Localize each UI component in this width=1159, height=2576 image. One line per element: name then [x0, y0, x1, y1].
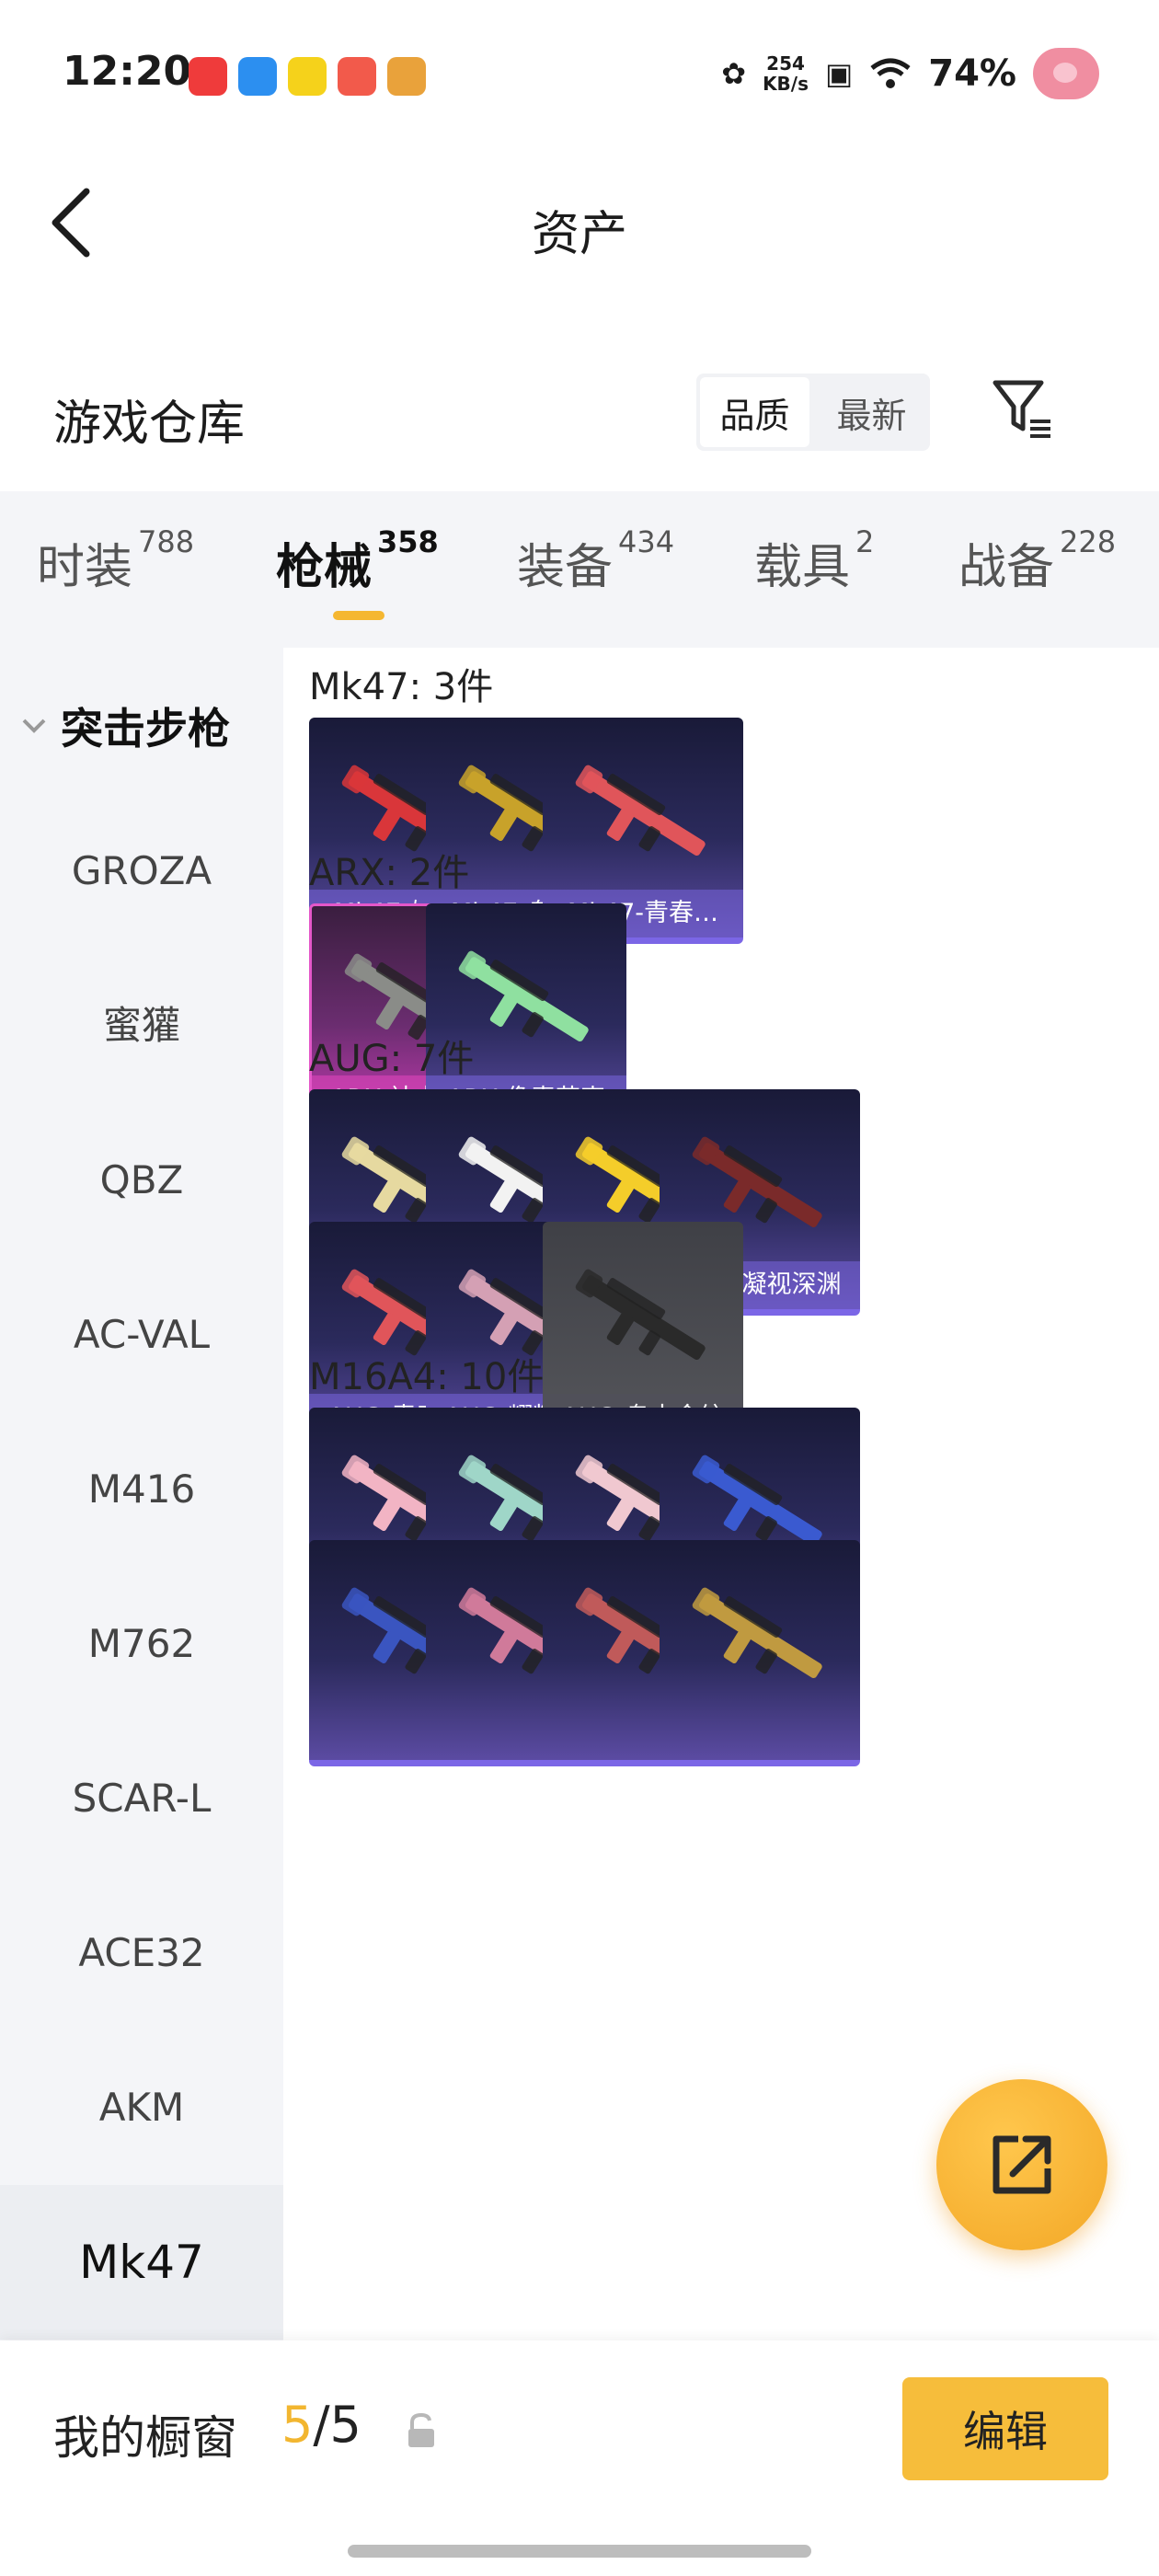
app-notification-icon — [387, 57, 426, 96]
lock-open-icon[interactable] — [405, 2412, 438, 2449]
sidebar-item-akm[interactable]: AKM — [0, 2030, 283, 2185]
group-title: ARX: 2件 — [309, 852, 470, 894]
flower-icon: ✿ — [721, 56, 747, 91]
tab-label: 战备 — [958, 540, 1055, 595]
sidebar-item-scar-l[interactable]: SCAR-L — [0, 1721, 283, 1876]
status-bar: 12:20 ✿ 254 KB/s ▣ 74% — [0, 0, 1159, 147]
tab-fashion[interactable]: 时装 788 — [37, 524, 194, 597]
tab-count: 2 — [855, 524, 875, 559]
avatar — [1033, 48, 1099, 99]
showcase-count: 5/5 — [281, 2396, 361, 2454]
weapon-skin-image — [575, 765, 706, 856]
sidebar-item-mk47[interactable]: Mk47 — [0, 2185, 283, 2340]
group-title: AUG: 7件 — [309, 1038, 475, 1080]
sidebar-item-m416[interactable]: M416 — [0, 1412, 283, 1567]
sidebar-category[interactable]: 突击步枪 — [20, 696, 230, 756]
weapon-card[interactable] — [660, 1540, 860, 1766]
tab-count: 434 — [618, 524, 675, 559]
showcase-used: 5 — [281, 2396, 314, 2454]
status-right: ✿ 254 KB/s ▣ 74% — [721, 48, 1099, 99]
sidebar-item-ace32[interactable]: ACE32 — [0, 1876, 283, 2030]
tab-count: 788 — [138, 524, 195, 559]
sim-off-icon: ▣ — [825, 56, 854, 91]
showcase-total: /5 — [313, 2396, 361, 2454]
weapon-skin-image — [575, 1269, 706, 1360]
battery-percent: 74% — [928, 52, 1016, 95]
share-button[interactable] — [936, 2079, 1107, 2250]
bottom-bar: 我的橱窗 5/5 编辑 — [0, 2340, 1159, 2576]
sidebar-item-m762[interactable]: M762 — [0, 1567, 283, 1721]
net-speed-value: 254 — [766, 52, 805, 75]
tab-label: 枪械 — [276, 540, 373, 595]
app-notification-icon — [189, 57, 227, 96]
tab-vehicles[interactable]: 载具 2 — [754, 524, 874, 597]
tab-firearms[interactable]: 枪械 358 — [276, 524, 439, 597]
network-speed: 254 KB/s — [763, 53, 809, 94]
share-out-icon — [993, 2135, 1051, 2194]
app-notification-icon — [288, 57, 327, 96]
filter-icon[interactable] — [990, 377, 1054, 442]
tab-count: 228 — [1060, 524, 1117, 559]
sidebar-item-ac-val[interactable]: AC-VAL — [0, 1258, 283, 1412]
net-speed-unit: KB/s — [763, 73, 809, 95]
tab-equipment[interactable]: 装备 434 — [517, 524, 674, 597]
sort-latest-button[interactable]: 最新 — [817, 377, 926, 447]
group-title: M16A4: 10件 — [309, 1356, 545, 1398]
page-title: 资产 — [531, 207, 627, 262]
sort-quality-button[interactable]: 品质 — [700, 377, 809, 447]
app-notification-icon — [238, 57, 277, 96]
sidebar-category-label: 突击步枪 — [61, 704, 230, 753]
warehouse-title: 游戏仓库 — [53, 397, 246, 452]
edit-button[interactable]: 编辑 — [902, 2377, 1108, 2480]
tab-count: 358 — [377, 524, 439, 559]
status-time: 12:20 — [63, 48, 192, 95]
showcase-label: 我的橱窗 — [53, 2411, 237, 2465]
tab-label: 时装 — [37, 540, 133, 595]
home-indicator[interactable] — [348, 2545, 811, 2558]
tab-label: 载具 — [754, 540, 851, 595]
category-tabs: 时装 788 枪械 358 装备 434 载具 2 战备 228 — [0, 491, 1159, 648]
sidebar-item-groza[interactable]: GROZA — [0, 794, 283, 949]
weapon-sidebar: 突击步枪 GROZA 蜜獾 QBZ AC-VAL M416 M762 SCAR-L ACE32… — [0, 648, 283, 2340]
weapon-skin-image — [692, 1587, 822, 1678]
app-notification-icon — [338, 57, 376, 96]
tab-supplies[interactable]: 战备 228 — [958, 524, 1116, 597]
group-title: Mk47: 3件 — [309, 666, 494, 708]
wifi-icon — [870, 58, 911, 88]
sidebar-item-qbz[interactable]: QBZ — [0, 1103, 283, 1258]
tab-active-indicator — [333, 611, 384, 620]
sidebar-item-蜜獾[interactable]: 蜜獾 — [0, 949, 283, 1103]
chevron-down-icon — [22, 719, 46, 733]
notification-app-icons — [189, 57, 426, 96]
sort-toggle: 品质 最新 — [696, 374, 930, 451]
tab-label: 装备 — [517, 540, 614, 595]
page-header: 资产 — [0, 166, 1159, 285]
